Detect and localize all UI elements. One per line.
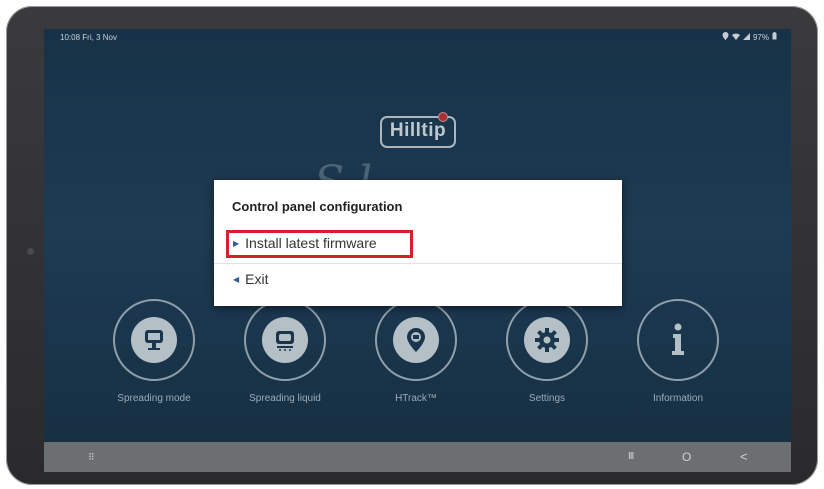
exit-item[interactable]: ◀ Exit: [214, 263, 622, 294]
control-panel-dialog: Control panel configuration ▶ Install la…: [214, 180, 622, 306]
screen: 10:08 Fri, 3 Nov 97% Hilltip S l: [44, 29, 791, 472]
dialog-title: Control panel configuration: [232, 199, 403, 214]
camera-dot: [27, 248, 34, 255]
arrow-left-icon: ◀: [233, 274, 240, 284]
highlight-box: [226, 230, 413, 258]
exit-label: Exit: [245, 271, 269, 287]
